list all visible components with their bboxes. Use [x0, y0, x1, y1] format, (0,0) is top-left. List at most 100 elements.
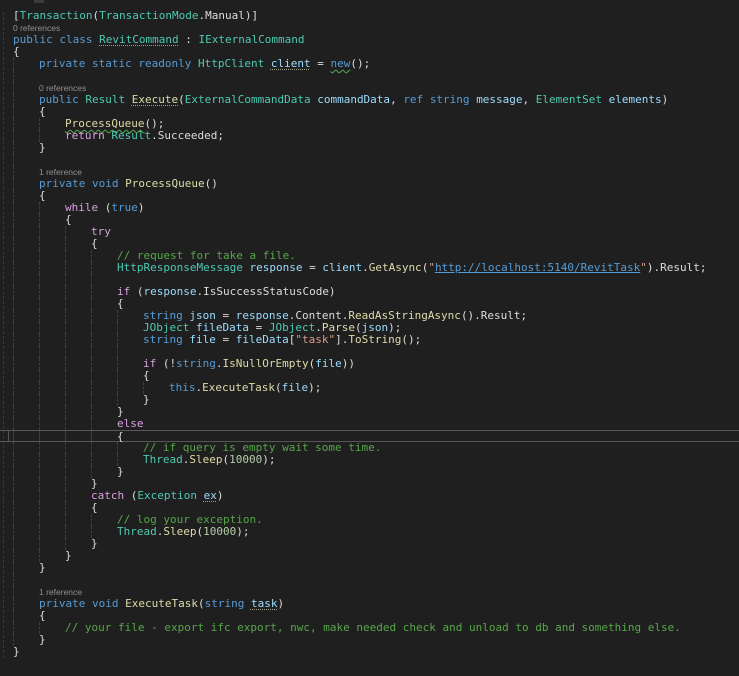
indent-guide	[91, 346, 92, 358]
blank-line[interactable]	[0, 574, 739, 586]
indent-guide	[117, 346, 118, 358]
blank-line[interactable]	[0, 154, 739, 166]
code-token-method: Execute	[132, 93, 178, 106]
code-token-var: response	[249, 261, 302, 274]
url-link[interactable]: http://localhost:5140/RevitTask	[435, 261, 640, 274]
code-editor[interactable]: [Transaction(TransactionMode.Manual)]0 r…	[0, 0, 739, 676]
blank-line[interactable]	[0, 346, 739, 358]
code-line[interactable]: HttpResponseMessage response = client.Ge…	[0, 262, 739, 274]
code-line[interactable]: public Result Execute(ExternalCommandDat…	[0, 94, 739, 106]
code-token-kw: readonly	[138, 57, 191, 70]
code-token-type: Transaction	[20, 9, 93, 22]
indent-guide	[39, 526, 40, 538]
code-line[interactable]: [Transaction(TransactionMode.Manual)]	[0, 10, 739, 22]
code-line[interactable]: return Result.Succeeded;	[0, 130, 739, 142]
code-token-var: ex	[204, 489, 217, 502]
code-token-pln: );	[308, 381, 321, 394]
code-line[interactable]: }	[0, 538, 739, 550]
indent-guide	[13, 454, 14, 466]
indent-guide	[13, 94, 14, 106]
code-line[interactable]: else	[0, 418, 739, 430]
indent-guide	[39, 250, 40, 262]
code-token-type: ElementSet	[536, 93, 602, 106]
codelens-references-label[interactable]: 0 references	[13, 23, 60, 33]
indent-guide	[13, 130, 14, 142]
code-token-var: commandData	[317, 93, 390, 106]
code-line[interactable]: }	[0, 466, 739, 478]
code-line[interactable]: // if query is empty wait some time.	[0, 442, 739, 454]
code-line[interactable]: string file = fileData["task"].ToString(…	[0, 334, 739, 346]
code-token-pln: .	[362, 261, 369, 274]
code-line[interactable]: while (true)	[0, 202, 739, 214]
code-line[interactable]: private void ExecuteTask(string task)	[0, 598, 739, 610]
indent-guide	[39, 262, 40, 274]
codelens-references-label[interactable]: 0 references	[39, 83, 86, 93]
code-line[interactable]: }	[0, 394, 739, 406]
indent-guide	[13, 154, 14, 166]
indent-guide	[39, 358, 40, 370]
codelens-references-label[interactable]: 1 reference	[39, 167, 82, 177]
code-line[interactable]: catch (Exception ex)	[0, 490, 739, 502]
code-line[interactable]: }	[0, 562, 739, 574]
code-line[interactable]: {	[0, 238, 739, 250]
code-line[interactable]: }	[0, 550, 739, 562]
code-line[interactable]: {	[0, 502, 739, 514]
code-line[interactable]: {	[0, 370, 739, 382]
indent-guide	[65, 442, 66, 454]
code-line[interactable]: try	[0, 226, 739, 238]
code-line[interactable]: if (!string.IsNullOrEmpty(file))	[0, 358, 739, 370]
indent-guide	[13, 322, 14, 334]
code-token-type: Result	[111, 129, 151, 142]
code-token-str: "	[640, 261, 647, 274]
code-line[interactable]: // your file - export ifc export, nwc, m…	[0, 622, 739, 634]
code-token-method: Sleep	[189, 453, 222, 466]
code-line[interactable]: Thread.Sleep(10000);	[0, 454, 739, 466]
indent-guide	[117, 358, 118, 370]
code-token-type: ExternalCommandData	[185, 93, 311, 106]
blank-line[interactable]	[0, 274, 739, 286]
indent-guide	[39, 310, 40, 322]
code-line[interactable]: this.ExecuteTask(file);	[0, 382, 739, 394]
indent-guide	[91, 406, 92, 418]
code-token-pln: .Succeeded;	[151, 129, 224, 142]
code-token-kw: this	[169, 381, 196, 394]
indent-guide	[13, 370, 14, 382]
indent-guide	[39, 298, 40, 310]
code-token-method: Sleep	[163, 525, 196, 538]
indent-guide	[65, 490, 66, 502]
indent-guide	[39, 514, 40, 526]
code-line[interactable]: }	[0, 646, 739, 658]
code-line[interactable]: private void ProcessQueue()	[0, 178, 739, 190]
code-line[interactable]: public class RevitCommand : IExternalCom…	[0, 34, 739, 46]
code-token-pln	[602, 93, 609, 106]
codelens-references-label[interactable]: 1 reference	[39, 587, 82, 597]
code-token-str: "	[428, 261, 435, 274]
blank-line[interactable]	[0, 70, 739, 82]
code-token-kw: void	[92, 597, 119, 610]
code-line[interactable]: }	[0, 634, 739, 646]
code-token-method: ToString	[348, 333, 401, 346]
code-line[interactable]: private static readonly HttpClient clien…	[0, 58, 739, 70]
indent-guide	[13, 622, 14, 634]
code-token-pln: ].	[335, 333, 348, 346]
code-line[interactable]: Thread.Sleep(10000);	[0, 526, 739, 538]
code-token-var: task	[251, 597, 278, 610]
indent-guide	[39, 431, 40, 441]
indent-guide	[13, 490, 14, 502]
code-line[interactable]: }	[0, 142, 739, 154]
code-line[interactable]: }	[0, 406, 739, 418]
indent-guide	[117, 334, 118, 346]
indent-guide	[91, 442, 92, 454]
code-token-pln: (	[275, 381, 282, 394]
indent-guide	[39, 346, 40, 358]
code-token-num: 10000	[203, 525, 236, 538]
indent-guide	[13, 238, 14, 250]
indent-guide	[39, 226, 40, 238]
code-token-type: Exception	[137, 489, 197, 502]
indent-guide	[117, 310, 118, 322]
code-line[interactable]: // log your exception.	[0, 514, 739, 526]
code-token-var: file	[282, 381, 309, 394]
indent-guide	[13, 550, 14, 562]
indent-guide	[13, 70, 14, 82]
code-line[interactable]: if (response.IsSuccessStatusCode)	[0, 286, 739, 298]
